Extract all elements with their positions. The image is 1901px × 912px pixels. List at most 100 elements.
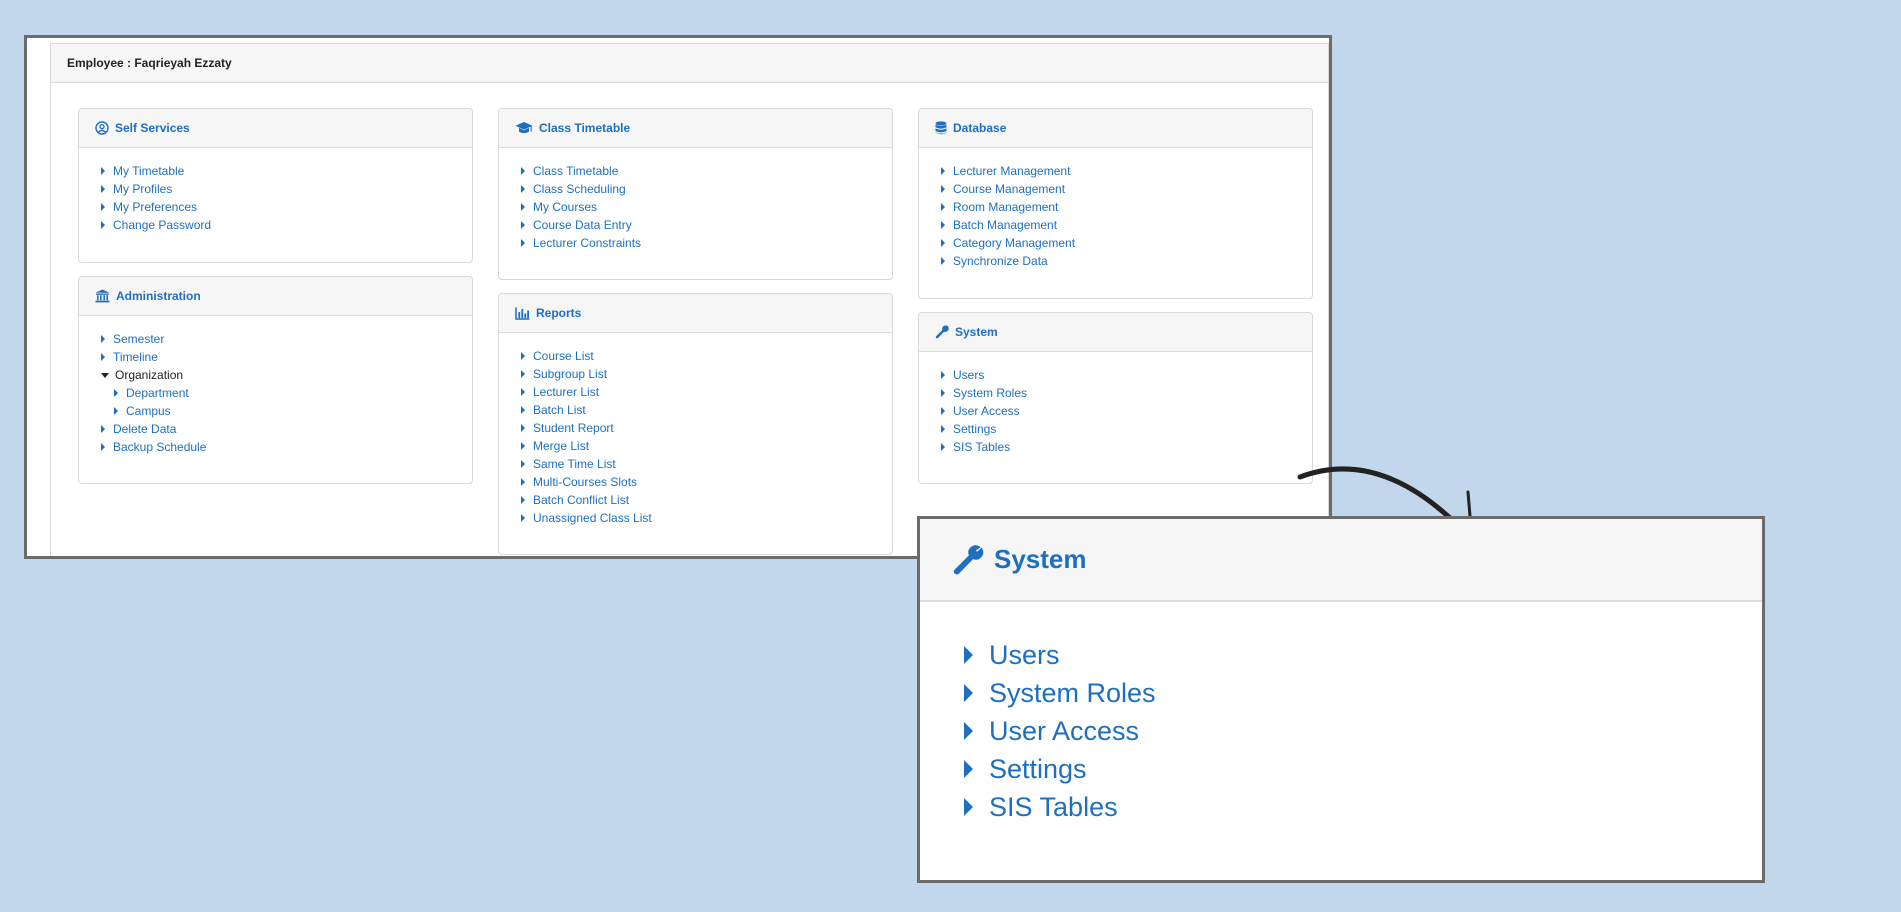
link-lecturer-management[interactable]: Lecturer Management <box>941 162 1312 180</box>
link-category-management[interactable]: Category Management <box>941 234 1312 252</box>
link-batch-conflict-list[interactable]: Batch Conflict List <box>521 491 892 509</box>
caret-right-icon <box>941 167 945 175</box>
caret-right-icon <box>941 257 945 265</box>
panel-database: Database Lecturer Management Course Mana… <box>918 108 1313 299</box>
link-my-preferences[interactable]: My Preferences <box>101 198 472 216</box>
caret-right-icon <box>941 203 945 211</box>
link-settings[interactable]: Settings <box>941 420 1312 438</box>
link-label: My Profiles <box>113 182 173 196</box>
column-left: Self Services My Timetable My Profiles M… <box>78 108 473 497</box>
link-label: Course List <box>533 349 594 363</box>
link-label: Batch Conflict List <box>533 493 630 507</box>
link-label: Department <box>126 386 189 400</box>
link-label: Backup Schedule <box>113 440 207 454</box>
panel-title-self-services: Self Services <box>115 121 190 135</box>
link-timeline[interactable]: Timeline <box>101 348 472 366</box>
link-synchronize-data[interactable]: Synchronize Data <box>941 252 1312 270</box>
link-department[interactable]: Department <box>101 384 472 402</box>
link-label: Lecturer Constraints <box>533 236 642 250</box>
panel-reports: Reports Course List Subgroup List Lectur… <box>498 293 893 555</box>
link-my-courses[interactable]: My Courses <box>521 198 892 216</box>
link-label: Change Password <box>113 218 212 232</box>
caret-right-icon <box>114 407 118 415</box>
link-class-timetable[interactable]: Class Timetable <box>521 162 892 180</box>
link-my-timetable[interactable]: My Timetable <box>101 162 472 180</box>
link-class-scheduling[interactable]: Class Scheduling <box>521 180 892 198</box>
caret-right-icon <box>101 353 105 361</box>
zoom-link-sis-tables[interactable]: SIS Tables <box>964 788 1762 826</box>
link-backup-schedule[interactable]: Backup Schedule <box>101 438 472 456</box>
panel-header-reports: Reports <box>499 294 892 333</box>
link-users[interactable]: Users <box>941 366 1312 384</box>
zoom-link-settings[interactable]: Settings <box>964 750 1762 788</box>
caret-right-icon <box>521 514 525 522</box>
caret-right-icon <box>941 371 945 379</box>
employee-header: Employee : Faqrieyah Ezzaty <box>51 44 1328 83</box>
panel-header-database: Database <box>919 109 1312 148</box>
link-system-roles[interactable]: System Roles <box>941 384 1312 402</box>
caret-right-icon <box>101 221 105 229</box>
database-icon <box>935 121 947 135</box>
link-lecturer-constraints[interactable]: Lecturer Constraints <box>521 234 892 252</box>
caret-right-icon <box>521 221 525 229</box>
zoom-link-system-roles[interactable]: System Roles <box>964 674 1762 712</box>
link-merge-list[interactable]: Merge List <box>521 437 892 455</box>
link-label: Class Timetable <box>533 164 619 178</box>
link-label: Lecturer Management <box>953 164 1071 178</box>
link-course-data-entry[interactable]: Course Data Entry <box>521 216 892 234</box>
caret-right-icon <box>521 185 525 193</box>
link-label: Merge List <box>533 439 590 453</box>
link-course-list[interactable]: Course List <box>521 347 892 365</box>
employee-card: Employee : Faqrieyah Ezzaty Self Service… <box>50 43 1329 556</box>
caret-right-icon <box>521 203 525 211</box>
caret-right-icon <box>101 167 105 175</box>
link-subgroup-list[interactable]: Subgroup List <box>521 365 892 383</box>
link-batch-management[interactable]: Batch Management <box>941 216 1312 234</box>
link-label: Users <box>989 639 1060 670</box>
caret-right-icon <box>521 370 525 378</box>
caret-right-icon <box>521 460 525 468</box>
zoom-panel-system: System Users System Roles User Access Se… <box>917 516 1765 883</box>
link-multi-courses-slots[interactable]: Multi-Courses Slots <box>521 473 892 491</box>
zoom-panel-header: System <box>920 519 1762 602</box>
caret-down-icon <box>101 372 109 378</box>
link-user-access[interactable]: User Access <box>941 402 1312 420</box>
link-my-profiles[interactable]: My Profiles <box>101 180 472 198</box>
caret-right-icon <box>964 798 973 816</box>
panel-class-timetable: Class Timetable Class Timetable Class Sc… <box>498 108 893 280</box>
link-student-report[interactable]: Student Report <box>521 419 892 437</box>
caret-right-icon <box>101 335 105 343</box>
caret-right-icon <box>941 425 945 433</box>
link-change-password[interactable]: Change Password <box>101 216 472 234</box>
link-label: Subgroup List <box>533 367 608 381</box>
caret-right-icon <box>101 185 105 193</box>
panel-title-reports: Reports <box>536 306 582 320</box>
tree-organization[interactable]: Organization <box>101 366 472 384</box>
link-course-management[interactable]: Course Management <box>941 180 1312 198</box>
link-label: Student Report <box>533 421 614 435</box>
caret-right-icon <box>521 167 525 175</box>
zoom-link-users[interactable]: Users <box>964 636 1762 674</box>
link-lecturer-list[interactable]: Lecturer List <box>521 383 892 401</box>
link-semester[interactable]: Semester <box>101 330 472 348</box>
link-batch-list[interactable]: Batch List <box>521 401 892 419</box>
bar-chart-icon <box>515 307 530 320</box>
graduation-cap-icon <box>515 122 533 134</box>
link-delete-data[interactable]: Delete Data <box>101 420 472 438</box>
link-label: System Roles <box>953 386 1028 400</box>
caret-right-icon <box>101 203 105 211</box>
panel-system: System Users System Roles User Access Se… <box>918 312 1313 484</box>
link-unassigned-class-list[interactable]: Unassigned Class List <box>521 509 892 527</box>
link-sis-tables[interactable]: SIS Tables <box>941 438 1312 456</box>
link-label: Campus <box>126 404 171 418</box>
link-label: My Timetable <box>113 164 185 178</box>
link-campus[interactable]: Campus <box>101 402 472 420</box>
link-label: Organization <box>115 368 184 382</box>
link-label: Batch Management <box>953 218 1058 232</box>
link-label: Delete Data <box>113 422 177 436</box>
zoom-link-user-access[interactable]: User Access <box>964 712 1762 750</box>
link-same-time-list[interactable]: Same Time List <box>521 455 892 473</box>
wrench-icon <box>935 325 949 339</box>
link-room-management[interactable]: Room Management <box>941 198 1312 216</box>
caret-right-icon <box>521 424 525 432</box>
